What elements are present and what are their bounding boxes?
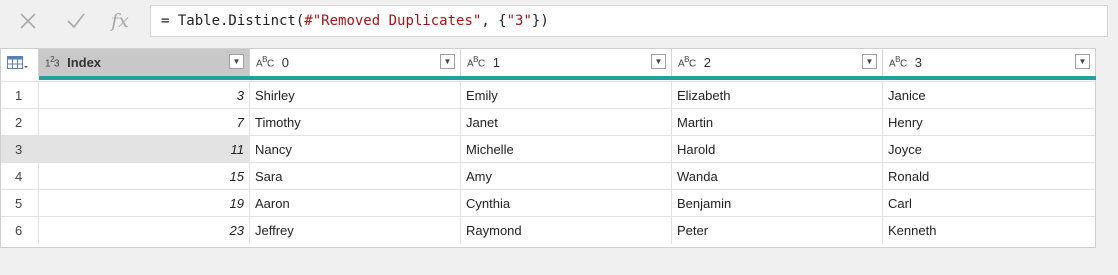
number-type-icon[interactable]: 123 (45, 55, 60, 69)
column-header-label: 1 (492, 55, 500, 70)
cell[interactable]: Aaron (250, 190, 461, 217)
column-header-2[interactable]: ABC 2 ▼ (672, 49, 883, 76)
row-number[interactable]: 1 (1, 82, 39, 109)
cell-index[interactable]: 23 (39, 217, 250, 244)
cell-index[interactable]: 15 (39, 163, 250, 190)
cell[interactable]: Cynthia (461, 190, 672, 217)
cell[interactable]: Michelle (461, 136, 672, 163)
table-row[interactable]: 4 15 Sara Amy Wanda Ronald (1, 162, 1095, 190)
close-icon[interactable] (8, 6, 48, 36)
cell[interactable]: Henry (883, 109, 1095, 136)
table-row[interactable]: 2 7 Timothy Janet Martin Henry (1, 108, 1095, 136)
cell-index[interactable]: 19 (39, 190, 250, 217)
cell[interactable]: Amy (461, 163, 672, 190)
cell[interactable]: Jeffrey (250, 217, 461, 244)
filter-dropdown-icon[interactable]: ▼ (229, 54, 244, 69)
cell[interactable]: Timothy (250, 109, 461, 136)
cell[interactable]: Janice (883, 82, 1095, 109)
column-header-1[interactable]: ABC 1 ▼ (461, 49, 672, 76)
cell[interactable]: Ronald (883, 163, 1095, 190)
cell[interactable]: Martin (672, 109, 883, 136)
cell-index[interactable]: 7 (39, 109, 250, 136)
cell[interactable]: Raymond (461, 217, 672, 244)
row-number[interactable]: 2 (1, 109, 39, 136)
cell-index[interactable]: 11 (39, 136, 250, 163)
text-type-icon[interactable]: ABC (678, 55, 696, 69)
row-number[interactable]: 3 (1, 136, 39, 163)
cell[interactable]: Nancy (250, 136, 461, 163)
table-row-selected[interactable]: 3 11 Nancy Michelle Harold Joyce (1, 135, 1095, 163)
cell[interactable]: Emily (461, 82, 672, 109)
column-header-label: 2 (703, 55, 711, 70)
table-menu-icon[interactable] (1, 49, 39, 76)
text-type-icon[interactable]: ABC (467, 55, 485, 69)
filter-dropdown-icon[interactable]: ▼ (1075, 54, 1090, 69)
formula-string-1: #"Removed Duplicates" (304, 13, 482, 29)
row-number[interactable]: 5 (1, 190, 39, 217)
column-header-3[interactable]: ABC 3 ▼ (883, 49, 1095, 76)
data-grid: 123 Index ▼ ABC 0 ▼ ABC 1 ▼ ABC 2 ▼ ABC … (0, 48, 1096, 248)
cell[interactable]: Wanda (672, 163, 883, 190)
cell[interactable]: Kenneth (883, 217, 1095, 244)
cell[interactable]: Janet (461, 109, 672, 136)
table-row[interactable]: 6 23 Jeffrey Raymond Peter Kenneth (1, 216, 1095, 244)
formula-prefix: = Table.Distinct( (161, 13, 305, 29)
column-quality-bar (39, 76, 1096, 80)
table-row[interactable]: 1 3 Shirley Emily Elizabeth Janice (1, 81, 1095, 109)
column-header-label: 3 (914, 55, 922, 70)
formula-bar: fx = Table.Distinct(#"Removed Duplicates… (0, 0, 1118, 44)
column-header-label: Index (67, 55, 102, 70)
column-header-label: 0 (281, 55, 289, 70)
check-icon[interactable] (56, 6, 96, 36)
cell[interactable]: Sara (250, 163, 461, 190)
cell[interactable]: Peter (672, 217, 883, 244)
cell-index[interactable]: 3 (39, 82, 250, 109)
cell[interactable]: Joyce (883, 136, 1095, 163)
cell[interactable]: Carl (883, 190, 1095, 217)
formula-string-2: "3" (506, 13, 532, 29)
cell[interactable]: Benjamin (672, 190, 883, 217)
cell[interactable]: Harold (672, 136, 883, 163)
column-header-0[interactable]: ABC 0 ▼ (250, 49, 461, 76)
fx-icon[interactable]: fx (100, 6, 140, 36)
formula-mid: , { (481, 13, 507, 29)
text-type-icon[interactable]: ABC (256, 55, 274, 69)
row-number[interactable]: 4 (1, 163, 39, 190)
formula-suffix: }) (531, 13, 549, 29)
table-row[interactable]: 5 19 Aaron Cynthia Benjamin Carl (1, 189, 1095, 217)
formula-input[interactable]: = Table.Distinct(#"Removed Duplicates", … (150, 5, 1108, 37)
text-type-icon[interactable]: ABC (889, 55, 907, 69)
cell[interactable]: Shirley (250, 82, 461, 109)
filter-dropdown-icon[interactable]: ▼ (862, 54, 877, 69)
column-header-index[interactable]: 123 Index ▼ (39, 49, 250, 76)
cell[interactable]: Elizabeth (672, 82, 883, 109)
filter-dropdown-icon[interactable]: ▼ (651, 54, 666, 69)
filter-dropdown-icon[interactable]: ▼ (440, 54, 455, 69)
row-number[interactable]: 6 (1, 217, 39, 244)
